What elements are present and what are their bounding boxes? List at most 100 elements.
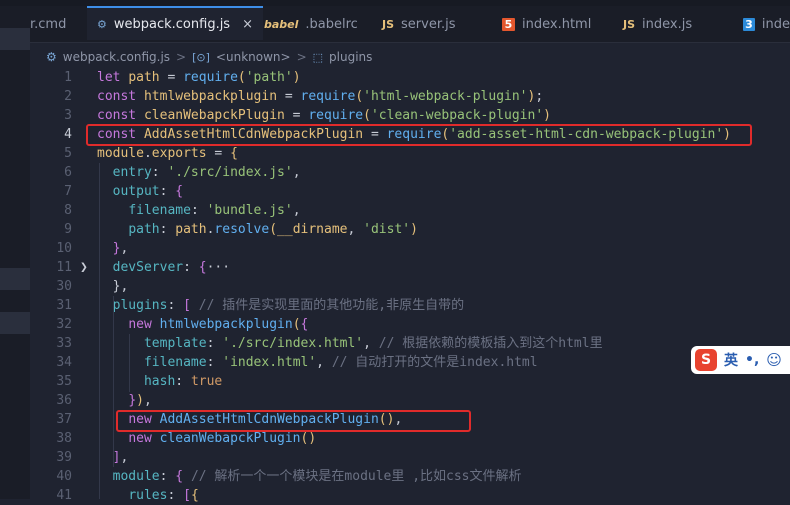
line-number: 11	[56, 260, 72, 275]
highlight-box-line37	[116, 410, 471, 432]
code-token: )	[292, 70, 301, 85]
ime-toolbar[interactable]: S 英 •, ☺	[691, 346, 790, 374]
tab-label: inde	[761, 16, 790, 32]
activity-item[interactable]	[0, 268, 30, 290]
tab-label: index.html	[522, 16, 592, 32]
code-token: new	[128, 317, 152, 332]
code-token: path	[128, 70, 160, 85]
js-icon: JS	[623, 17, 636, 31]
close-icon[interactable]: ×	[242, 17, 253, 32]
code-line[interactable]: },	[97, 239, 129, 258]
code-token: new	[128, 431, 152, 446]
code-line[interactable]: let path = require('path')	[97, 68, 301, 87]
code-token: {	[190, 488, 199, 503]
code-line[interactable]: entry: './src/index.js',	[97, 163, 301, 182]
tab-server-js[interactable]: JS server.js	[382, 6, 500, 42]
code-token: // 自动打开的文件是index.html	[331, 355, 538, 370]
code-line[interactable]: },	[97, 277, 129, 296]
editor-tabs: r.cmd ⚙ webpack.config.js × babel .babel…	[30, 6, 790, 43]
breadcrumb-plugins[interactable]: plugins	[329, 50, 372, 64]
code-line[interactable]: const htmlwebpackplugin = require('html-…	[97, 87, 543, 106]
tab-index-css[interactable]: 3 inde	[743, 6, 790, 42]
line-number: 41	[56, 488, 72, 503]
html5-icon: 5	[502, 17, 515, 31]
code-token: :	[167, 488, 184, 503]
gear-icon: ⚙	[97, 17, 107, 31]
gear-icon: ⚙	[46, 50, 57, 64]
code-token: ()	[300, 431, 317, 446]
code-line[interactable]: const cleanWebapckPlugin = require('clea…	[97, 106, 551, 125]
css3-icon: 3	[743, 17, 755, 31]
line-number: 36	[56, 393, 72, 408]
code-token: ;	[535, 89, 544, 104]
code-token: 'index.html'	[222, 355, 317, 370]
code-token: filename	[128, 203, 191, 218]
code-token: './src/index.js'	[167, 165, 293, 180]
code-token: ,	[120, 450, 129, 465]
babel-icon: babel	[264, 17, 299, 31]
code-token: )	[543, 108, 551, 123]
line-number: 40	[56, 469, 72, 484]
code-token: :	[167, 298, 184, 313]
line-number: 37	[56, 412, 72, 427]
indent-guide	[129, 334, 130, 392]
code-token: resolve	[214, 222, 270, 237]
code-line[interactable]: filename: 'bundle.js',	[97, 201, 300, 220]
code-token: htmlwebpackplugin	[143, 89, 278, 104]
code-token: :	[206, 355, 223, 370]
line-number: 33	[56, 336, 72, 351]
line-number: 6	[64, 165, 72, 180]
code-token: ···	[206, 260, 231, 275]
code-token: ,	[363, 336, 379, 351]
code-token: 'bundle.js'	[206, 203, 293, 218]
breadcrumb-file[interactable]: webpack.config.js	[63, 50, 170, 64]
chevron-right-icon[interactable]: ❯	[80, 258, 88, 277]
code-line[interactable]: filename: 'index.html', // 自动打开的文件是index…	[97, 353, 538, 372]
ime-punctuation-toggle[interactable]: •,	[745, 352, 759, 368]
code-token: )	[410, 222, 418, 237]
tab-cmd[interactable]: r.cmd	[30, 6, 86, 42]
code-line[interactable]: plugins: [ // 插件是实现里面的其他功能,非原生自带的	[97, 296, 464, 315]
tab-webpack-config[interactable]: ⚙ webpack.config.js ×	[87, 6, 263, 40]
code-token: {	[198, 260, 207, 275]
breadcrumb-unknown[interactable]: <unknown>	[216, 50, 291, 64]
activity-item[interactable]	[0, 312, 30, 334]
code-line[interactable]: hash: true	[97, 372, 222, 391]
code-line[interactable]: devServer: {···	[97, 258, 230, 277]
js-icon: JS	[382, 17, 395, 31]
code-token: // 根据依赖的模板插入到这个html里	[378, 336, 603, 351]
emoji-icon[interactable]: ☺	[766, 351, 782, 369]
tab-index-js[interactable]: JS index.js	[623, 6, 741, 42]
line-number: 10	[56, 241, 72, 256]
code-line[interactable]: module.exports = {	[97, 144, 238, 163]
code-line[interactable]: path: path.resolve(__dirname, 'dist')	[97, 220, 418, 239]
code-line[interactable]: new htmlwebpackplugin({	[97, 315, 308, 334]
code-line[interactable]: rules: [{	[97, 486, 199, 505]
ime-language-toggle[interactable]: 英	[724, 350, 738, 370]
code-token: output	[112, 184, 160, 199]
code-token: :	[183, 260, 199, 275]
code-token: {	[300, 317, 309, 332]
tab-babelrc[interactable]: babel .babelrc	[264, 6, 382, 42]
code-token: module	[97, 146, 144, 161]
tab-index-html[interactable]: 5 index.html	[502, 6, 620, 42]
code-token: )	[136, 393, 144, 408]
code-token: ,	[292, 165, 301, 180]
code-token: ,	[143, 393, 152, 408]
code-token: :	[151, 165, 168, 180]
code-token: __dirname	[277, 222, 348, 237]
breadcrumb: ⚙ webpack.config.js > [⊙] <unknown> > ⬚ …	[46, 48, 372, 66]
line-number: 2	[64, 89, 72, 104]
code-line[interactable]: output: {	[97, 182, 183, 201]
activity-item[interactable]	[0, 28, 30, 50]
code-line[interactable]: }),	[97, 391, 152, 410]
code-line[interactable]: template: './src/index.html', // 根据依赖的模板…	[97, 334, 603, 353]
code-line[interactable]: module: { // 解析一个一个模块是在module里 ,比如css文件解…	[97, 467, 522, 486]
